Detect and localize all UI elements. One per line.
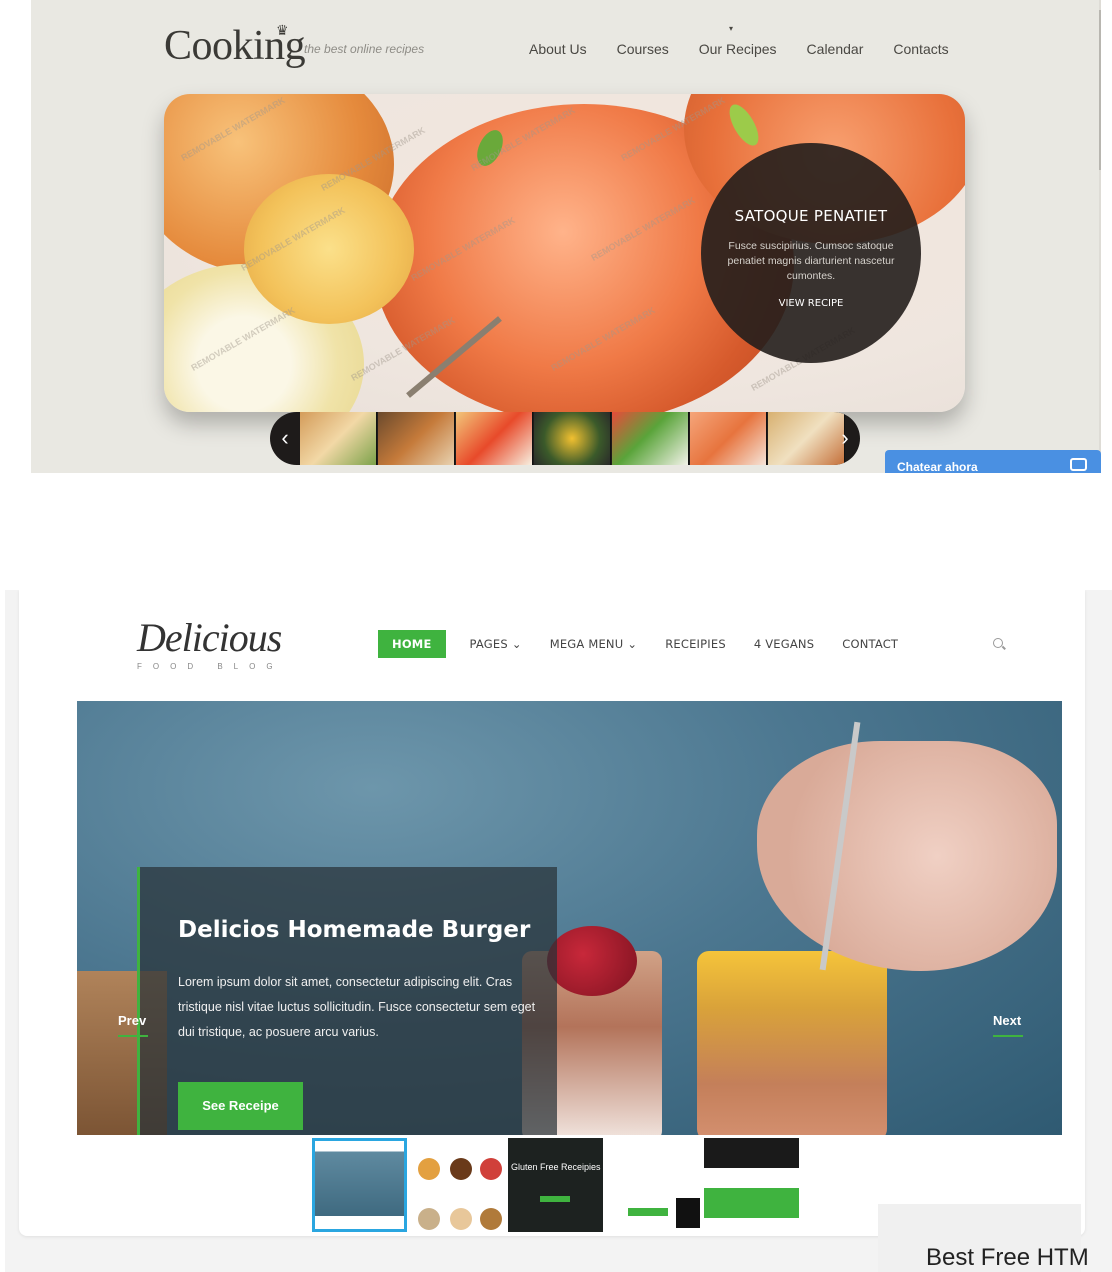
preview-food xyxy=(480,1158,502,1180)
template-thumbnail[interactable] xyxy=(410,1138,505,1232)
preview-block xyxy=(628,1208,668,1216)
nav-about-us[interactable]: About Us xyxy=(529,41,587,57)
delicious-logo[interactable]: Delicious xyxy=(137,614,282,661)
slide-caption: SATOQUE PENATIET Fusce suscipirius. Cums… xyxy=(701,143,921,363)
nav-home[interactable]: HOME xyxy=(378,630,446,658)
nav-recipes[interactable]: RECEIPIES xyxy=(665,637,726,651)
thumbnail[interactable] xyxy=(534,412,611,465)
nav-contacts[interactable]: Contacts xyxy=(893,41,948,57)
thumbnail-list xyxy=(300,412,846,465)
thumbnail[interactable] xyxy=(300,412,377,465)
cooking-main-nav: About Us Courses Our Recipes Calendar Co… xyxy=(529,41,979,57)
slide-title: SATOQUE PENATIET xyxy=(734,207,888,225)
template-thumbnail[interactable] xyxy=(704,1138,799,1232)
hero-slider[interactable]: Delicios Homemade Burger Lorem ipsum dol… xyxy=(77,701,1062,1135)
template-preview-thumbnails: Gluten Free Receipies xyxy=(312,1138,802,1232)
overlay-banner: Best Free HTM xyxy=(878,1204,1089,1272)
prev-underline xyxy=(118,1035,148,1037)
chevron-down-icon: ⌄ xyxy=(627,637,638,651)
chevron-right-icon[interactable]: › xyxy=(830,412,860,465)
chat-icon xyxy=(1070,458,1087,471)
preview-food xyxy=(480,1208,502,1230)
scrollbar-thumb[interactable] xyxy=(1099,10,1101,170)
thumbnail[interactable] xyxy=(456,412,533,465)
nav-pages[interactable]: PAGES ⌄ xyxy=(470,637,522,651)
preview-food xyxy=(450,1208,472,1230)
see-recipe-button[interactable]: See Receipe xyxy=(178,1082,303,1130)
view-recipe-link[interactable]: VIEW RECIPE xyxy=(701,298,921,309)
next-underline xyxy=(993,1035,1023,1037)
food-image xyxy=(697,951,887,1135)
gluten-free-label: Gluten Free Receipies xyxy=(511,1162,601,1172)
next-slide-button[interactable]: Next xyxy=(993,1013,1021,1028)
food-image xyxy=(547,926,637,996)
preview-food xyxy=(418,1158,440,1180)
prev-slide-button[interactable]: Prev xyxy=(118,1013,146,1028)
preview-block xyxy=(704,1188,799,1218)
thumbnail[interactable] xyxy=(612,412,689,465)
preview-food xyxy=(418,1208,440,1230)
cooking-tagline: the best online recipes xyxy=(304,42,425,56)
delicious-template-screenshot: Delicious FOOD BLOG HOME PAGES ⌄ MEGA MEN… xyxy=(5,590,1112,1272)
slide-description: Fusce suscipirius. Cumsoc satoque penati… xyxy=(727,240,895,282)
nav-our-recipes[interactable]: Our Recipes xyxy=(699,41,777,57)
delicious-main-nav: HOME PAGES ⌄ MEGA MENU ⌄ RECEIPIES 4 VEGAN… xyxy=(378,630,926,658)
nav-calendar[interactable]: Calendar xyxy=(807,41,864,57)
thumbnail-carousel: ‹ › xyxy=(270,412,860,465)
thumbnail[interactable] xyxy=(690,412,767,465)
logo-subtitle: FOOD BLOG xyxy=(137,662,284,671)
template-thumbnail[interactable] xyxy=(312,1138,407,1232)
slide-title: Delicios Homemade Burger xyxy=(178,917,531,943)
search-icon[interactable] xyxy=(993,638,1003,648)
nav-mega-menu[interactable]: MEGA MENU ⌄ xyxy=(550,637,637,651)
preview-button xyxy=(540,1196,570,1202)
live-chat-button[interactable]: Chatear ahora xyxy=(885,450,1101,473)
chevron-left-icon[interactable]: ‹ xyxy=(270,412,300,465)
dropdown-indicator-icon: ▾ xyxy=(729,24,734,33)
preview-block xyxy=(676,1198,700,1228)
chat-label: Chatear ahora xyxy=(897,460,978,473)
nav-pages-label: PAGES xyxy=(469,637,508,651)
preview-block xyxy=(704,1138,799,1168)
template-thumbnail[interactable]: Gluten Free Receipies xyxy=(508,1138,603,1232)
chevron-down-icon: ⌄ xyxy=(511,637,522,651)
thumbnail[interactable] xyxy=(378,412,455,465)
nav-mega-label: MEGA MENU xyxy=(549,637,624,651)
nav-courses[interactable]: Courses xyxy=(617,41,669,57)
hand-image xyxy=(757,741,1057,971)
crown-icon: ♛ xyxy=(276,22,289,38)
cooking-template-screenshot: Cooking ♛ the best online recipes ▾ Abou… xyxy=(31,0,1101,473)
template-thumbnail[interactable] xyxy=(606,1138,701,1232)
preview-food xyxy=(450,1158,472,1180)
slide-description: Lorem ipsum dolor sit amet, consectetur … xyxy=(178,975,536,1039)
nav-vegans[interactable]: 4 VEGANS xyxy=(754,637,814,651)
overlay-banner-text: Best Free HTM xyxy=(926,1244,1089,1271)
nav-contact[interactable]: CONTACT xyxy=(842,637,898,651)
